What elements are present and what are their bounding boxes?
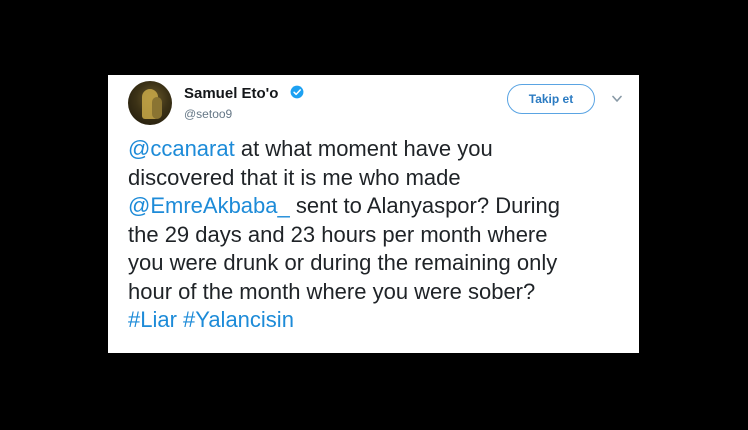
tweet-line: discovered that it is me who made	[128, 164, 633, 193]
mention-link-ccanarat[interactable]: @ccanarat	[128, 136, 235, 161]
follow-button-label: Takip et	[528, 92, 574, 106]
tweet-text: @ccanarat at what moment have you discov…	[128, 135, 633, 335]
follow-button[interactable]: Takip et	[507, 84, 595, 114]
tweet-line: the 29 days and 23 hours per month where	[128, 221, 633, 250]
verified-badge-icon	[290, 85, 304, 99]
avatar-figure-secondary	[152, 97, 162, 119]
avatar[interactable]	[128, 81, 172, 125]
tweet-line: #Liar #Yalancisin	[128, 306, 633, 335]
tweet-text-fragment: hour of the month where you were sober?	[128, 278, 536, 304]
mention-link-emreakbaba[interactable]: @EmreAkbaba_	[128, 193, 290, 218]
user-handle[interactable]: @setoo9	[184, 107, 232, 121]
tweet-card: Samuel Eto'o @setoo9 Takip et @ccanarat …	[108, 75, 639, 353]
tweet-line: @ccanarat at what moment have you	[128, 135, 633, 164]
tweet-line: @EmreAkbaba_ sent to Alanyaspor? During	[128, 192, 633, 221]
tweet-line: hour of the month where you were sober?	[128, 278, 633, 307]
display-name[interactable]: Samuel Eto'o	[184, 85, 278, 102]
tweet-text-fragment: sent to Alanyaspor? During	[289, 193, 561, 218]
hashtag-link-yalancisin[interactable]: #Yalancisin	[183, 307, 294, 332]
hashtag-link-liar[interactable]: #Liar	[128, 307, 177, 332]
tweet-text-fragment: at what moment have you	[234, 136, 493, 161]
chevron-down-icon[interactable]	[612, 95, 622, 103]
tweet-text-fragment: you were drunk or during the remaining o…	[128, 250, 558, 275]
tweet-line: you were drunk or during the remaining o…	[128, 249, 633, 278]
tweet-text-fragment: discovered that it is me who made	[128, 164, 461, 190]
tweet-text-fragment: the 29 days and 23 hours per month where	[128, 221, 548, 247]
